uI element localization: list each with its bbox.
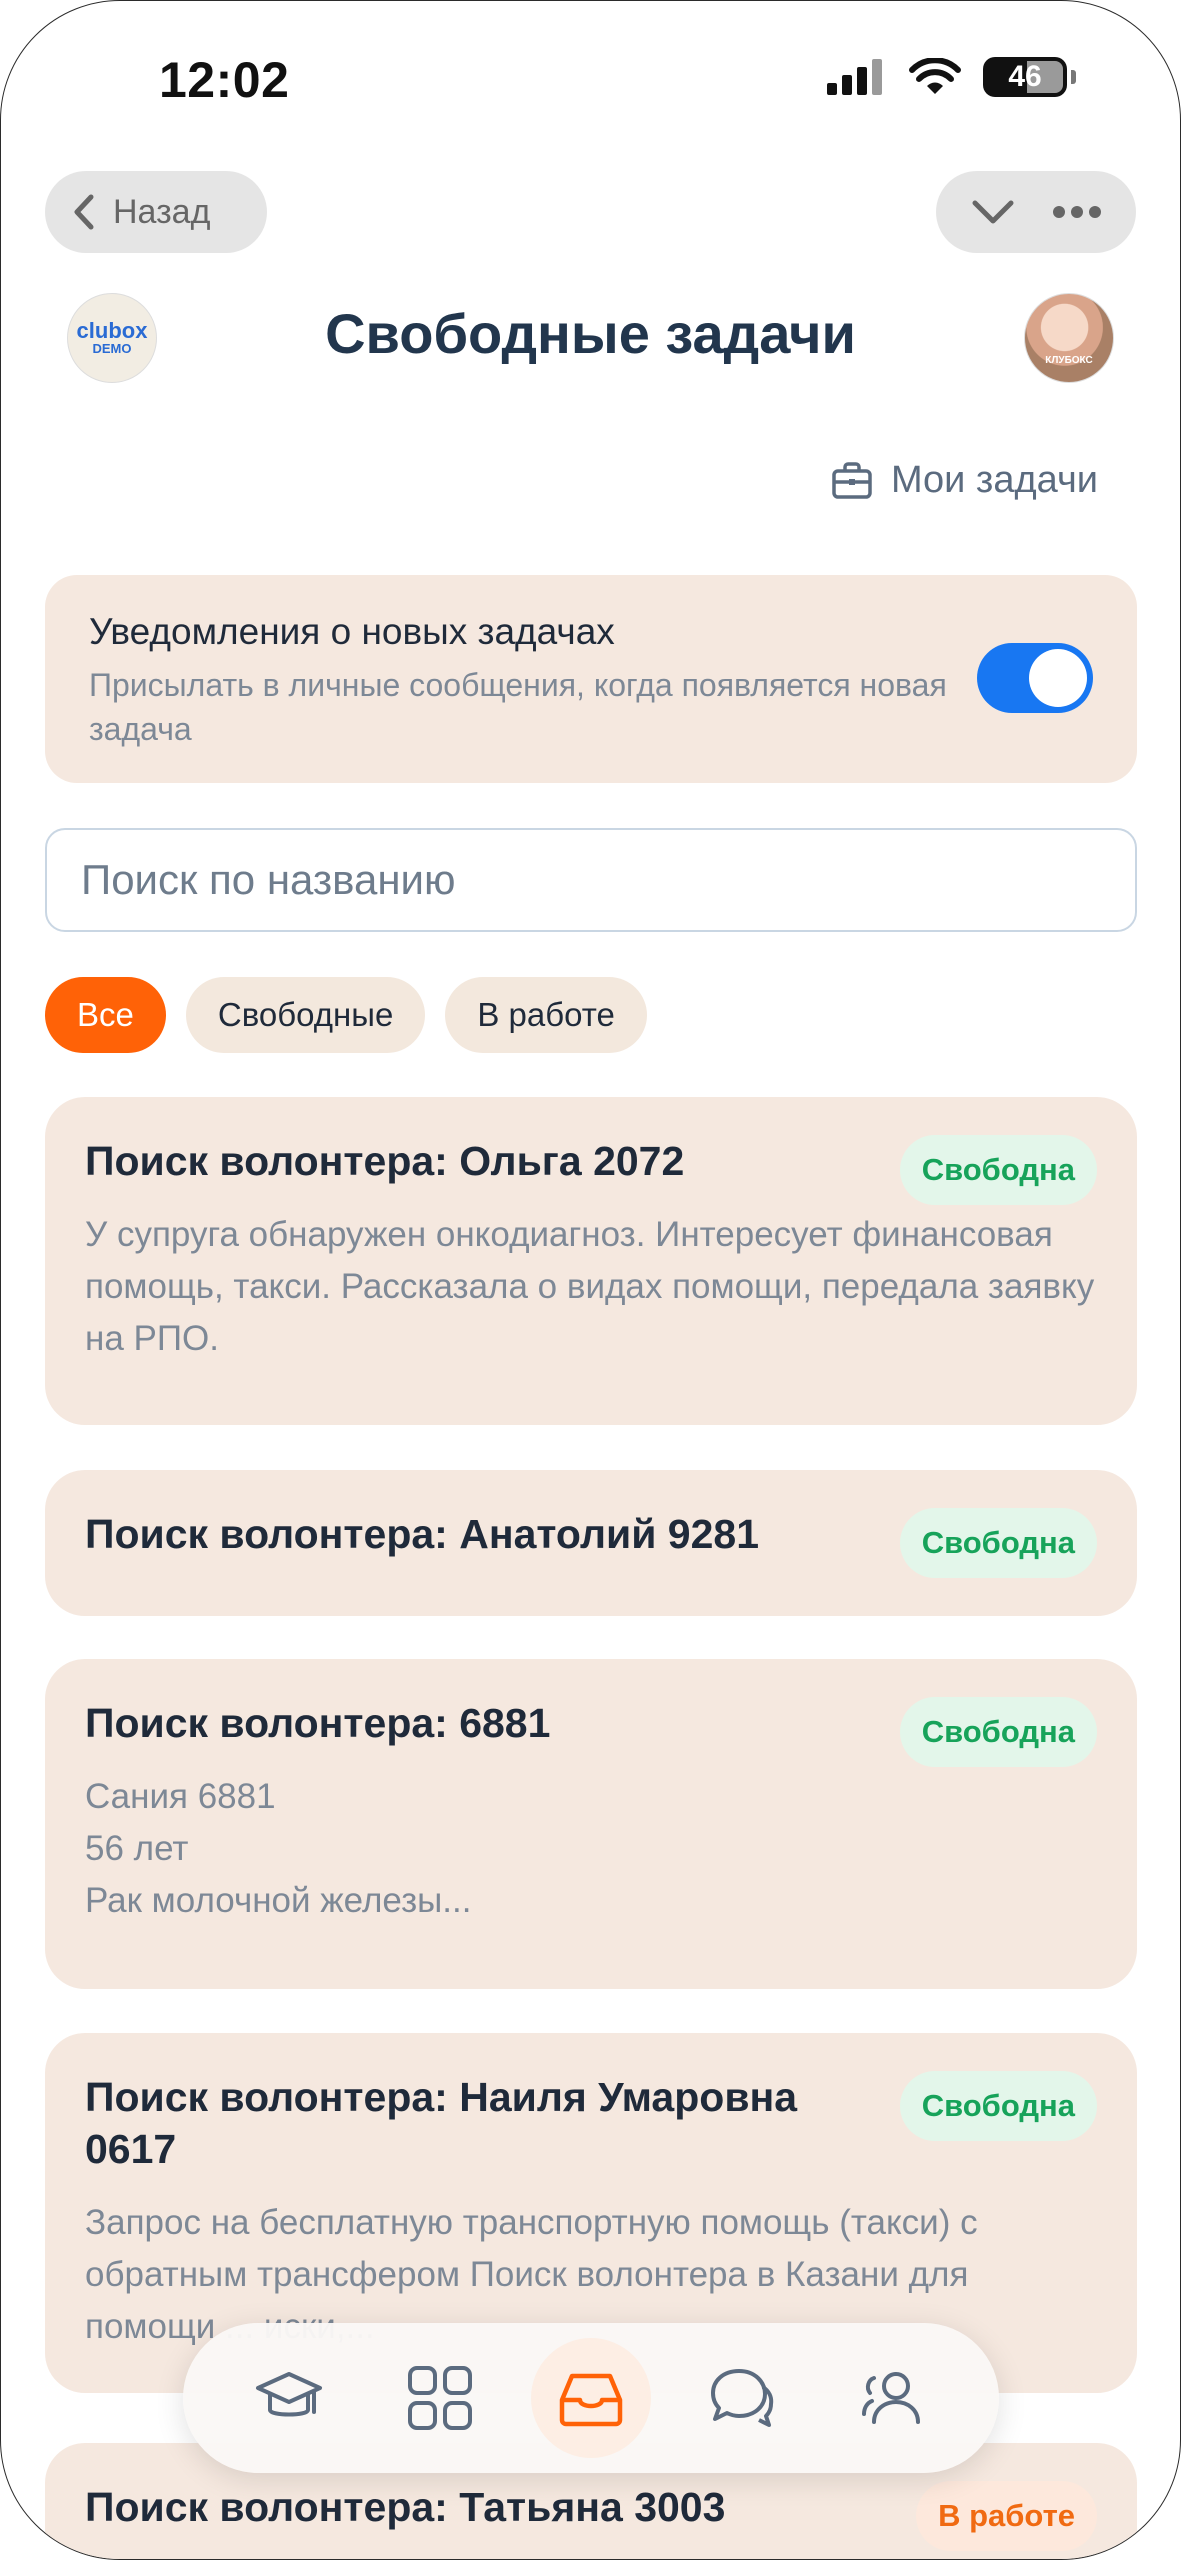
filter-all[interactable]: Все xyxy=(45,977,166,1053)
status-time: 12:02 xyxy=(159,52,290,108)
briefcase-icon xyxy=(832,461,872,499)
nav-apps[interactable] xyxy=(380,2338,500,2458)
description-line: Сания 6881 xyxy=(85,1777,276,1816)
filter-in-progress[interactable]: В работе xyxy=(445,977,647,1053)
task-title: Поиск волонтера: 6881 xyxy=(85,1700,551,1746)
inbox-icon xyxy=(559,2373,623,2427)
grid-icon xyxy=(407,2366,472,2430)
description-line: Рак молочной железы... xyxy=(85,1881,472,1920)
status-badge: В работе xyxy=(916,2481,1097,2551)
bottom-nav xyxy=(183,2323,999,2473)
status-badge: Свободна xyxy=(899,1135,1097,1205)
avatar[interactable]: КЛУБОКС xyxy=(1024,293,1114,383)
notifications-toggle[interactable] xyxy=(977,643,1093,713)
task-title: Поиск волонтера: Ольга 2072 xyxy=(85,1138,685,1184)
task-card[interactable]: Поиск волонтера: Ольга 2072 Свободна У с… xyxy=(45,1097,1137,1425)
status-badge: Свободна xyxy=(899,2071,1097,2141)
nav-learning[interactable] xyxy=(229,2338,349,2458)
status-badge: Свободна xyxy=(899,1697,1097,1767)
back-button[interactable]: Назад xyxy=(45,171,267,253)
nav-tasks[interactable] xyxy=(530,2338,651,2458)
task-title: Поиск волонтера: Татьяна 3003 xyxy=(85,2484,726,2530)
nav-community[interactable] xyxy=(833,2338,953,2458)
search-input[interactable] xyxy=(45,828,1137,932)
task-card[interactable]: Поиск волонтера: 6881 Свободна Сания 688… xyxy=(45,1659,1137,1989)
page-title: Свободные задачи xyxy=(325,302,856,365)
battery-icon: 46 xyxy=(983,57,1067,97)
task-card[interactable]: Поиск волонтера: Анатолий 9281 Свободна xyxy=(45,1470,1137,1616)
avatar-caption: КЛУБОКС xyxy=(1045,355,1093,366)
status-badge: Свободна xyxy=(899,1508,1097,1578)
signal-icon xyxy=(827,59,882,95)
toggle-knob xyxy=(1029,649,1087,707)
task-description: У супруга обнаружен онкодиагноз. Интерес… xyxy=(85,1215,1095,1358)
task-title: Поиск волонтера: Наиля Умаровна 0617 xyxy=(85,2074,798,2172)
my-tasks-link[interactable]: Мои задачи xyxy=(831,459,1098,502)
description-line: 56 лет xyxy=(85,1829,189,1868)
chat-bubbles-icon xyxy=(711,2369,774,2427)
phone-frame: 12:02 46 Назад clubox DEMO Свободные зад… xyxy=(0,0,1181,2560)
filter-chips: Все Свободные В работе xyxy=(45,977,647,1053)
status-icons: 46 xyxy=(827,57,1076,97)
back-label: Назад xyxy=(113,192,211,231)
task-description: Сания 6881 56 лет Рак молочной железы... xyxy=(85,1771,1095,1927)
more-icon[interactable] xyxy=(1052,205,1102,219)
mini-app-menu xyxy=(936,171,1136,253)
graduation-cap-icon xyxy=(255,2372,322,2417)
chevron-down-icon[interactable] xyxy=(971,197,1015,227)
task-title: Поиск волонтера: Анатолий 9281 xyxy=(85,1511,759,1557)
filter-free[interactable]: Свободные xyxy=(185,977,426,1053)
my-tasks-label: Мои задачи xyxy=(890,459,1098,501)
notifications-title: Уведомления о новых задачах xyxy=(89,611,615,652)
battery-level: 46 xyxy=(1008,60,1042,93)
notifications-subtitle: Присылать в личные сообщения, когда появ… xyxy=(89,667,947,747)
nav-chats[interactable] xyxy=(682,2338,802,2458)
chevron-left-icon xyxy=(74,194,94,230)
wifi-icon xyxy=(909,58,961,94)
notifications-card: Уведомления о новых задачах Присылать в … xyxy=(45,575,1137,783)
users-icon xyxy=(862,2372,921,2424)
